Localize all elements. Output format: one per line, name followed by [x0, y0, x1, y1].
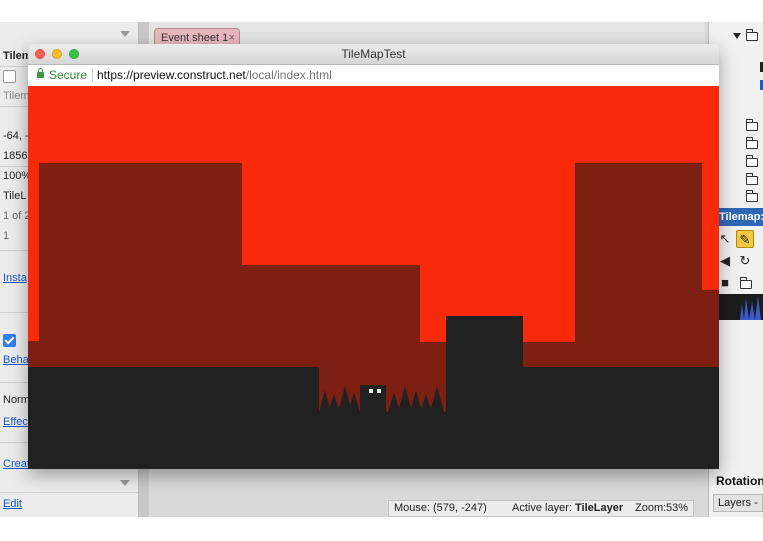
tile-preview[interactable] — [716, 294, 763, 320]
pencil-icon[interactable]: ✎ — [736, 230, 754, 248]
tilemap-scene — [28, 163, 719, 469]
folder-icon[interactable] — [740, 277, 752, 289]
folder-icon[interactable] — [746, 29, 758, 41]
folder-icon[interactable] — [746, 119, 758, 131]
mouse-coords: (579, -247) — [433, 502, 487, 514]
chevron-down-icon[interactable] — [120, 31, 130, 37]
active-layer-label: Active layer: — [512, 502, 572, 514]
rotation-label: Rotation — [716, 474, 763, 488]
tab-label: Event sheet 1 — [161, 32, 229, 44]
player-eye — [369, 389, 373, 393]
status-bar: Mouse: (579, -247) Active layer: TileLay… — [388, 500, 694, 517]
folder-icon[interactable] — [746, 173, 758, 185]
address-divider — [92, 69, 93, 82]
window-titlebar[interactable]: TileMapTest — [28, 44, 719, 65]
checked-checkbox[interactable] — [3, 333, 16, 347]
mouse-label: Mouse: — [394, 502, 431, 514]
layers-dropdown[interactable]: Layers - — [713, 494, 763, 512]
address-bar[interactable]: Secure https://preview.construct.net/loc… — [28, 65, 719, 87]
lock-icon — [37, 68, 44, 78]
folder-icon[interactable] — [746, 190, 758, 202]
tilemap-bar-title: Tilemap: T — [716, 208, 763, 226]
url-text[interactable]: https://preview.construct.net/local/inde… — [97, 65, 332, 86]
zoom-label: Zoom: — [635, 502, 667, 514]
rotate-icon[interactable]: ↻ — [736, 252, 754, 270]
tile-spikes-preview — [740, 296, 761, 320]
url-host: https://preview.construct.net — [97, 68, 246, 82]
player-eye — [377, 389, 381, 393]
edit-link[interactable]: Edit — [0, 494, 138, 514]
secure-label: Secure — [49, 68, 88, 82]
folder-icon[interactable] — [746, 155, 758, 167]
active-layer-value: TileLayer — [575, 502, 624, 514]
expand-triangle-icon[interactable] — [733, 33, 741, 39]
preview-browser-window: TileMapTest Secure https://preview.const… — [28, 44, 719, 469]
folder-icon[interactable] — [746, 137, 758, 149]
chevron-down-icon[interactable] — [120, 480, 130, 486]
window-title: TileMapTest — [341, 47, 406, 61]
url-path: /local/index.html — [245, 68, 332, 82]
player-character — [360, 385, 386, 412]
zoom-value: 53% — [666, 502, 689, 514]
game-canvas[interactable] — [28, 86, 719, 469]
checkbox[interactable] — [3, 69, 16, 83]
